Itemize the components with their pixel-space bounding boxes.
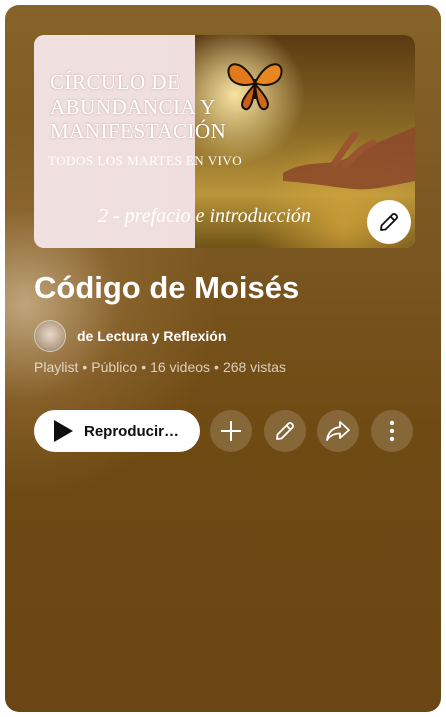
avatar[interactable]	[34, 320, 66, 352]
separator-dot: •	[141, 359, 147, 375]
playlist-privacy: Público	[91, 359, 138, 375]
thumbnail-title-line1: CÍRCULO DE	[50, 70, 181, 94]
edit-playlist-button[interactable]	[264, 410, 306, 452]
playlist-thumbnail[interactable]: CÍRCULO DE ABUNDANCIA Y MANIFESTACIÓN TO…	[34, 35, 415, 248]
separator-dot: •	[82, 359, 88, 375]
pencil-icon	[276, 422, 294, 440]
playlist-type: Playlist	[34, 359, 79, 375]
channel-name[interactable]: de Lectura y Reflexión	[77, 328, 226, 344]
thumbnail-episode: 2 - prefacio e introducción	[98, 205, 311, 227]
more-actions-button[interactable]	[371, 410, 413, 452]
add-to-queue-button[interactable]	[210, 410, 252, 452]
butterfly-image	[227, 63, 283, 111]
separator-dot: •	[214, 359, 219, 375]
thumbnail-subtitle: TODOS LOS MARTES EN VIVO	[48, 153, 243, 168]
hand-image	[283, 127, 415, 190]
pencil-icon	[380, 213, 398, 231]
plus-icon	[221, 421, 241, 441]
thumbnail-title-line2: ABUNDANCIA Y	[50, 95, 216, 119]
share-button[interactable]	[317, 410, 359, 452]
play-all-button[interactable]: Reproducir…	[34, 410, 200, 452]
playlist-header-panel: CÍRCULO DE ABUNDANCIA Y MANIFESTACIÓN TO…	[5, 5, 441, 712]
edit-thumbnail-button[interactable]	[367, 200, 411, 244]
more-vert-icon	[389, 420, 395, 442]
channel-row[interactable]: de Lectura y Reflexión	[34, 320, 226, 352]
share-icon	[326, 421, 350, 441]
play-all-label: Reproducir…	[84, 422, 180, 440]
play-icon	[54, 420, 73, 442]
playlist-title: Código de Moisés	[34, 270, 300, 305]
video-count: 16 videos	[150, 359, 211, 375]
playlist-meta: Playlist • Público • 16 videos • 268 vistas	[34, 359, 286, 375]
thumbnail-title-line3: MANIFESTACIÓN	[50, 119, 227, 143]
view-count: 268 vistas	[222, 359, 286, 375]
